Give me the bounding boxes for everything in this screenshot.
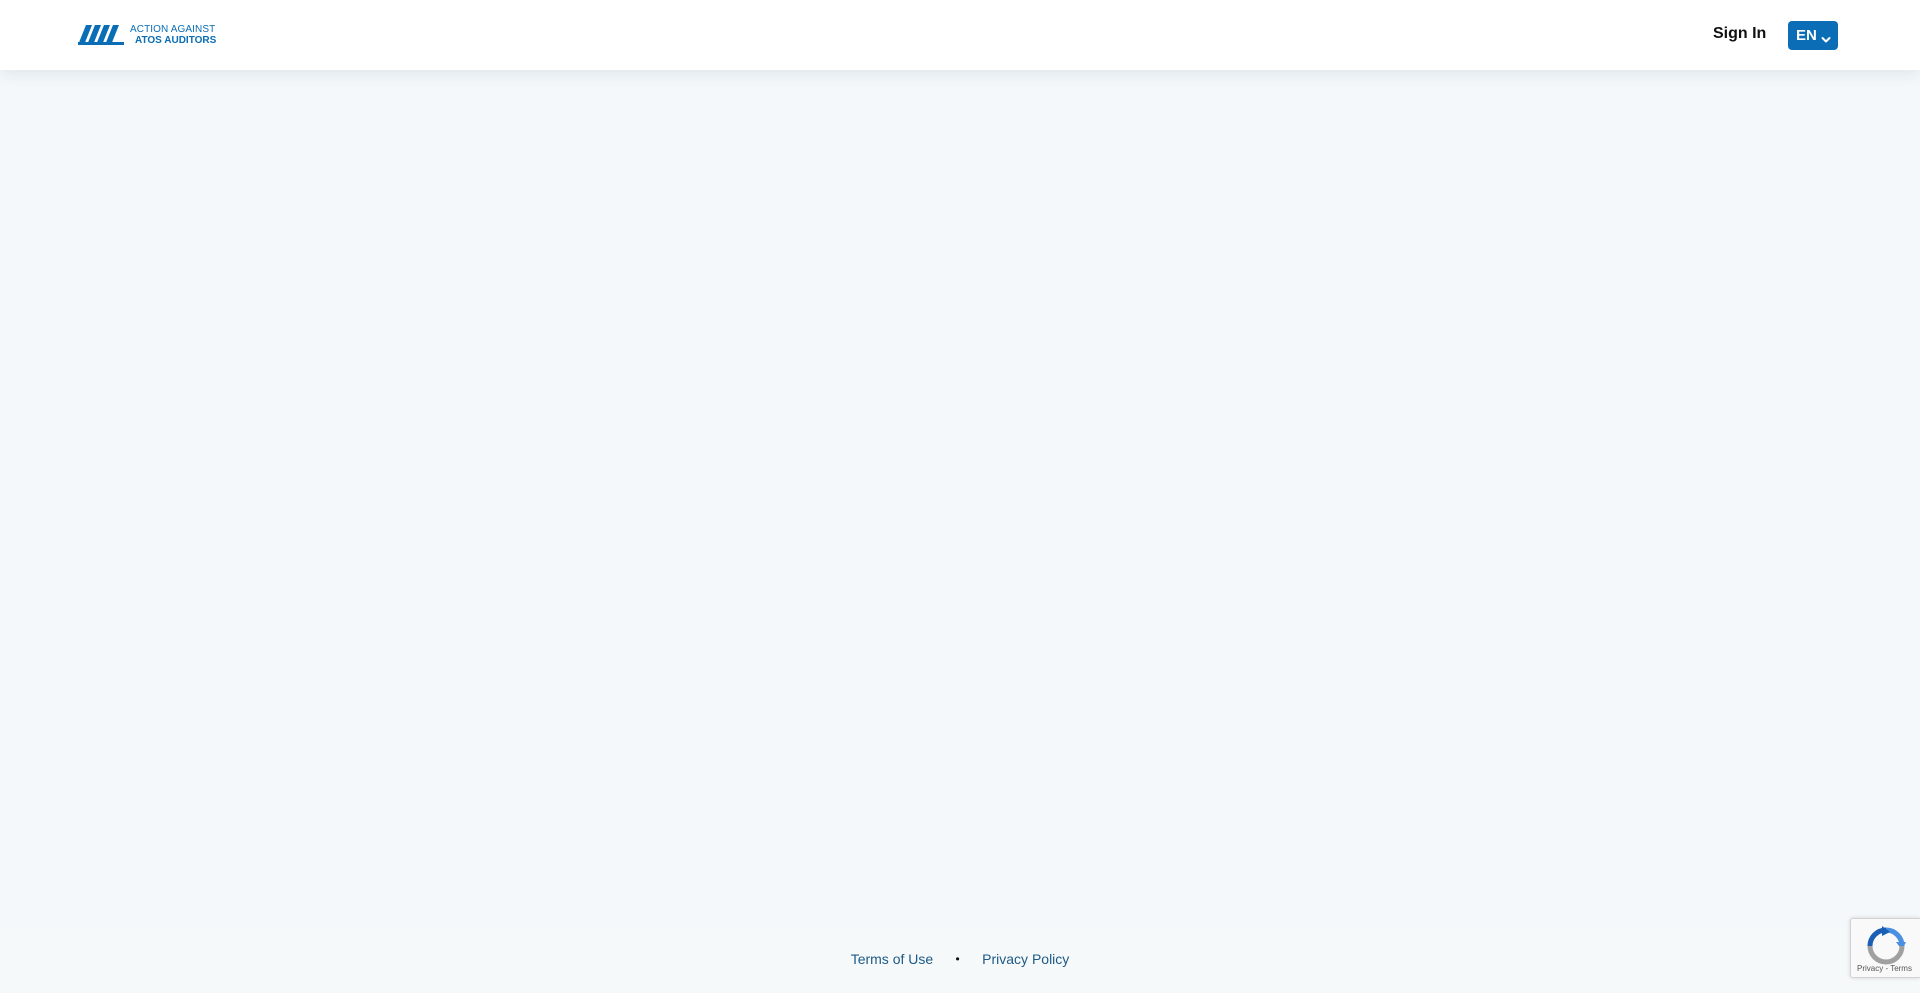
language-select[interactable]: EN <box>1788 21 1838 50</box>
chevron-down-icon <box>1821 31 1831 49</box>
logo-line1: ACTION AGAINST <box>130 24 216 35</box>
site-footer: Terms of Use • Privacy Policy <box>0 927 1920 993</box>
logo-line2: ATOS AUDITORS <box>135 35 217 46</box>
main-content <box>0 70 1920 927</box>
recaptcha-badge[interactable]: Privacy - Terms <box>1850 918 1920 978</box>
footer-separator: • <box>955 952 960 966</box>
site-logo[interactable]: ACTION AGAINST ATOS AUDITORS <box>78 22 216 48</box>
language-selected: EN <box>1796 27 1817 44</box>
site-header: ACTION AGAINST ATOS AUDITORS Sign In EN <box>0 0 1920 70</box>
footer-links: Terms of Use • Privacy Policy <box>0 951 1920 967</box>
logo-icon <box>78 25 124 45</box>
recaptcha-privacy-terms[interactable]: Privacy - Terms <box>1857 964 1912 973</box>
privacy-policy-link[interactable]: Privacy Policy <box>982 951 1069 967</box>
logo-text: ACTION AGAINST ATOS AUDITORS <box>130 24 216 46</box>
terms-of-use-link[interactable]: Terms of Use <box>851 951 933 967</box>
sign-in-link[interactable]: Sign In <box>1713 25 1766 43</box>
